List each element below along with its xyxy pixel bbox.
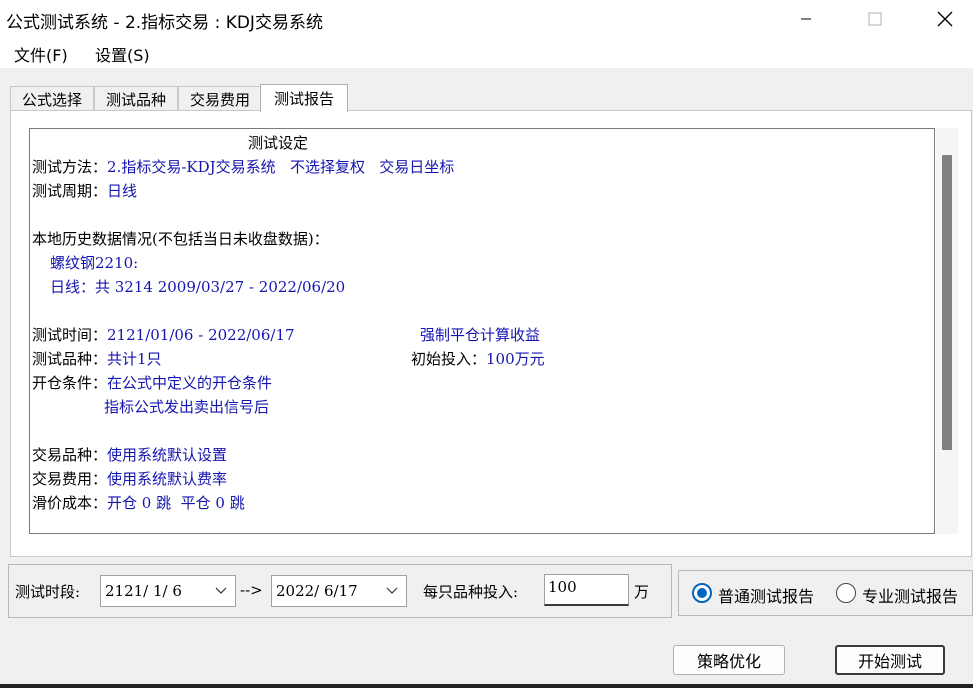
report-row-varieties: 测试品种：共计1只 [32, 347, 162, 371]
menu-bar: 文件(F) 设置(S) [0, 38, 973, 68]
time-key: 测试时间： [32, 326, 108, 344]
slippage-key: 滑价成本： [32, 494, 108, 512]
chevron-down-icon[interactable] [211, 581, 231, 601]
end-date-value: 2022/ 6/17 [276, 582, 358, 600]
report-row-method: 测试方法：2.指标交易-KDJ交易系统 不选择复权 交易日坐标 [32, 155, 454, 179]
trade-fee-key: 交易费用： [32, 470, 108, 488]
maximize-icon [868, 12, 882, 26]
maximize-button[interactable] [852, 0, 898, 38]
title-bar: 公式测试系统 - 2.指标交易 : KDJ交易系统 [0, 0, 973, 38]
menu-file[interactable]: 文件(F) [14, 42, 68, 66]
start-date-value: 2121/ 1/ 6 [105, 582, 182, 600]
trade-fee-value: 使用系统默认费率 [107, 470, 228, 488]
date-range-arrow: --> [240, 581, 263, 599]
invest-unit: 万 [634, 583, 650, 601]
chevron-down-icon[interactable] [382, 581, 402, 601]
bottom-edge [0, 684, 973, 688]
report-row-period: 测试周期：日线 [32, 179, 137, 203]
period-groupbox: 测试时段: 2121/ 1/ 6 --> 2022/ 6/17 每只品种投入: … [8, 564, 672, 618]
normal-report-label[interactable]: 普通测试报告 [718, 583, 814, 607]
report-heading: 测试设定 [248, 134, 309, 152]
report-row-trade-fee: 交易费用：使用系统默认费率 [32, 467, 227, 491]
report-type-groupbox: 普通测试报告 专业测试报告 [678, 570, 973, 616]
radio-pro-report[interactable] [836, 583, 856, 603]
report-row-trade-variety: 交易品种：使用系统默认设置 [32, 443, 227, 467]
report-row-open: 开仓条件：在公式中定义的开仓条件 [32, 371, 272, 395]
window-title: 公式测试系统 - 2.指标交易 : KDJ交易系统 [6, 13, 323, 33]
radio-selected-dot [697, 588, 707, 598]
slippage-value: 开仓 0 跳 平仓 0 跳 [107, 494, 245, 512]
initial-value: 100万元 [486, 350, 545, 368]
method-value: 2.指标交易-KDJ交易系统 不选择复权 交易日坐标 [107, 158, 455, 176]
tab-test-variety[interactable]: 测试品种 [94, 86, 178, 111]
close-button[interactable] [922, 0, 968, 38]
tab-trade-fee[interactable]: 交易费用 [178, 86, 262, 111]
time-value: 2121/01/06 - 2022/06/17 [107, 326, 295, 344]
tab-test-report[interactable]: 测试报告 [260, 84, 348, 112]
open-key: 开仓条件： [32, 374, 108, 392]
open-value: 在公式中定义的开仓条件 [107, 374, 273, 392]
period-label: 测试时段: [15, 583, 81, 601]
period-value: 日线 [107, 182, 138, 200]
pro-report-label[interactable]: 专业测试报告 [862, 583, 958, 607]
start-test-button[interactable]: 开始测试 [835, 645, 945, 675]
minimize-button[interactable] [783, 0, 829, 38]
method-key: 测试方法： [32, 158, 108, 176]
initial-key: 初始投入： [411, 350, 487, 368]
forced-close-note: 强制平仓计算收益 [420, 326, 541, 344]
report-row-slippage: 滑价成本：开仓 0 跳 平仓 0 跳 [32, 491, 245, 515]
trade-variety-value: 使用系统默认设置 [107, 446, 228, 464]
menu-settings[interactable]: 设置(S) [95, 42, 150, 66]
tab-formula-select[interactable]: 公式选择 [10, 86, 94, 111]
varieties-key: 测试品种： [32, 350, 108, 368]
start-date-picker[interactable]: 2121/ 1/ 6 [100, 575, 236, 607]
optimize-button[interactable]: 策略优化 [673, 645, 785, 675]
history-symbol: 螺纹钢2210: [50, 254, 139, 272]
report-row-initial: 初始投入：100万元 [411, 347, 545, 371]
radio-normal-report[interactable] [692, 583, 712, 603]
invest-input[interactable]: 100 [544, 574, 629, 606]
trade-variety-key: 交易品种： [32, 446, 108, 464]
app-window: 公式测试系统 - 2.指标交易 : KDJ交易系统 文件(F) 设置(S) 公式… [0, 0, 973, 688]
report-textarea[interactable]: 测试设定 测试方法：2.指标交易-KDJ交易系统 不选择复权 交易日坐标 测试周… [29, 128, 935, 534]
report-row-time: 测试时间：2121/01/06 - 2022/06/17 [32, 323, 295, 347]
close-icon [937, 11, 953, 27]
invest-input-value: 100 [548, 578, 577, 596]
invest-label: 每只品种投入: [423, 583, 519, 601]
open-value-2: 指标公式发出卖出信号后 [104, 398, 270, 416]
period-key: 测试周期： [32, 182, 108, 200]
history-detail: 日线：共 3214 2009/03/27 - 2022/06/20 [50, 278, 346, 296]
report-scrollbar-thumb[interactable] [942, 155, 952, 450]
end-date-picker[interactable]: 2022/ 6/17 [271, 575, 407, 607]
history-title: 本地历史数据情况(不包括当日未收盘数据)： [32, 230, 329, 248]
minimize-icon [801, 18, 811, 20]
varieties-value: 共计1只 [107, 350, 162, 368]
